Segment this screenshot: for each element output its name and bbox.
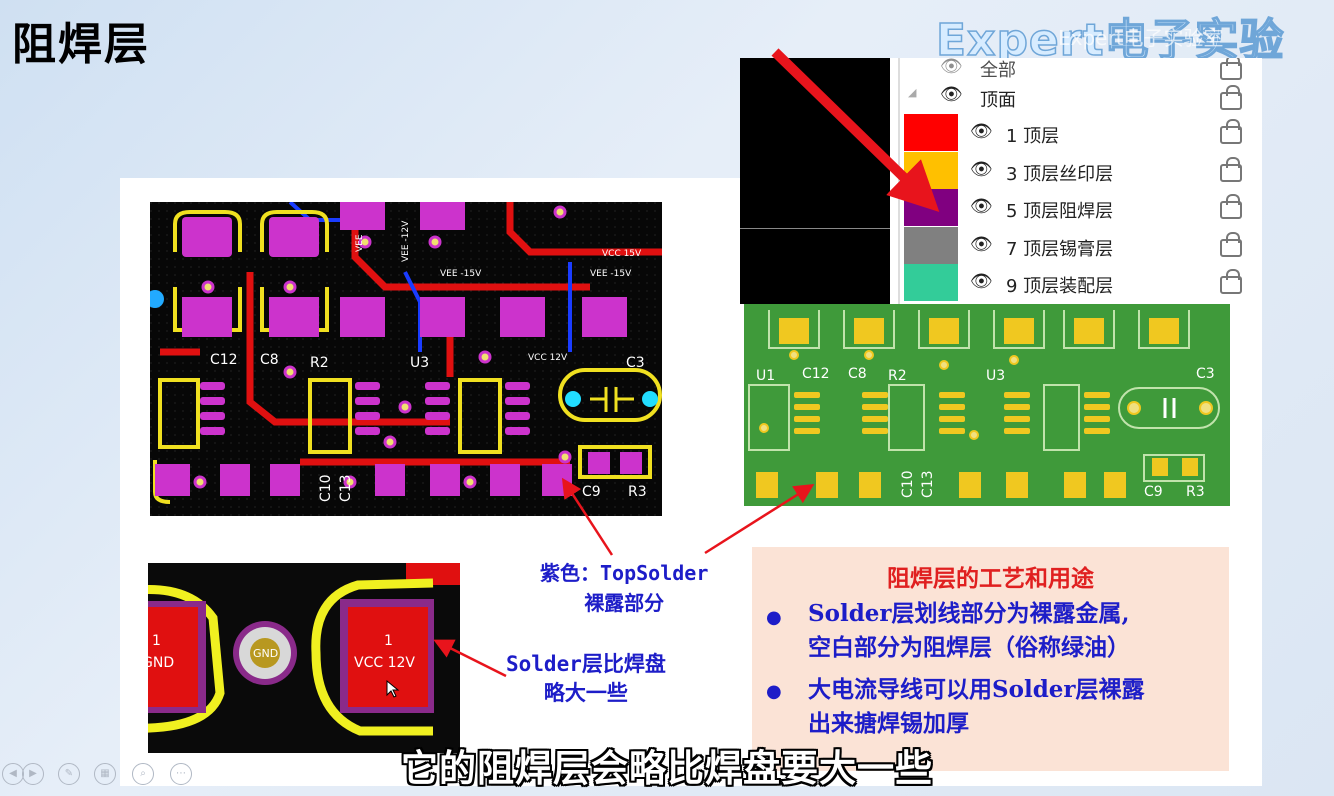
video-subtitle: 它的阻焊层会略比焊盘要大一些	[401, 747, 933, 790]
arrow-to-soldermask	[771, 48, 940, 212]
arrows-overlay	[433, 48, 940, 678]
arrow-to-zoom-pad	[433, 639, 507, 678]
arrow-to-main-pad	[561, 477, 614, 556]
arrow-to-green-pad	[704, 483, 815, 555]
